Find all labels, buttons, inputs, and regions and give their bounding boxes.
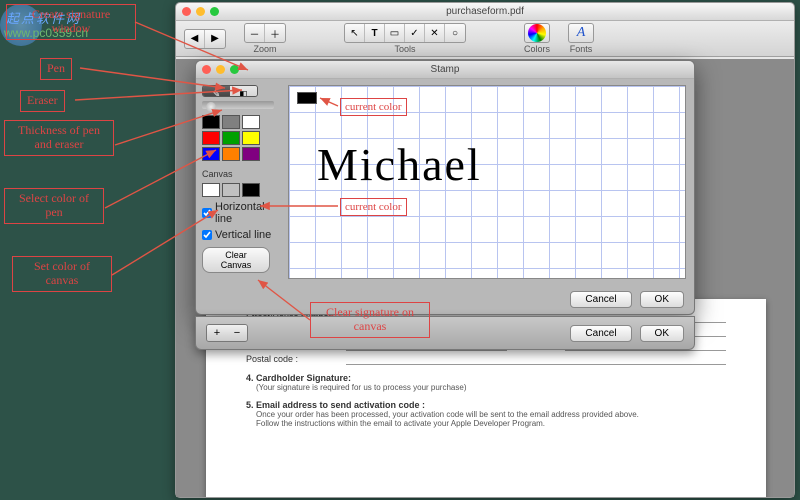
section4-note: (Your signature is required for us to pr… — [256, 383, 726, 392]
signature-drawing: Michael — [317, 138, 482, 191]
stamp-dialog: Stamp ✎ ◧ Canvas — [195, 60, 695, 315]
traffic-lights[interactable] — [182, 7, 219, 16]
stamp-title: Stamp — [431, 64, 460, 75]
stamp-list-bar: + − Cancel OK — [195, 316, 695, 350]
stampbar-ok-button[interactable]: OK — [640, 325, 684, 342]
postal-label: Postal code : — [246, 354, 346, 364]
tool-x[interactable]: ✕ — [425, 24, 445, 42]
thickness-slider[interactable] — [202, 101, 274, 109]
swatch-green[interactable] — [222, 131, 240, 145]
window-title: purchaseform.pdf — [446, 6, 524, 17]
app-toolbar: ◀ ▶ － ＋ Zoom ↖ T ▭ ✓ ✕ ○ Tools Colors — [176, 21, 794, 57]
zoom-icon[interactable] — [210, 7, 219, 16]
zoom-out-button[interactable]: － — [245, 24, 265, 42]
anno-select-color: Select color of pen — [4, 188, 104, 224]
anno-current-color-1: current color — [340, 98, 407, 116]
swatch-white[interactable] — [242, 115, 260, 129]
zoom-in-button[interactable]: ＋ — [265, 24, 285, 42]
window-titlebar[interactable]: purchaseform.pdf — [176, 3, 794, 21]
anno-pen: Pen — [40, 58, 72, 80]
anno-eraser: Eraser — [20, 90, 65, 112]
zoom-segment[interactable]: － ＋ — [244, 23, 286, 43]
pen-tool[interactable]: ✎ — [203, 86, 230, 97]
minimize-icon[interactable] — [216, 65, 225, 74]
current-color-indicator — [297, 92, 317, 104]
tool-check[interactable]: ✓ — [405, 24, 425, 42]
pen-eraser-segment[interactable]: ✎ ◧ — [202, 85, 258, 97]
zoom-label: Zoom — [253, 44, 276, 54]
color-wheel-icon — [528, 24, 546, 42]
section5-heading: 5. Email address to send activation code… — [246, 400, 726, 410]
postal-field[interactable] — [346, 353, 726, 365]
section5-note1: Once your order has been processed, your… — [256, 410, 726, 419]
vertical-line-checkbox[interactable]: Vertical line — [202, 229, 282, 241]
anno-thickness: Thickness of pen and eraser — [4, 120, 114, 156]
anno-set-canvas-color: Set color of canvas — [12, 256, 112, 292]
fonts-button[interactable]: A — [568, 23, 594, 43]
minimize-icon[interactable] — [196, 7, 205, 16]
colors-button[interactable] — [524, 23, 550, 43]
swatch-black[interactable] — [202, 115, 220, 129]
close-icon[interactable] — [202, 65, 211, 74]
canvas-swatch-black[interactable] — [242, 183, 260, 197]
section4-heading: 4. Cardholder Signature: — [246, 373, 726, 383]
stamp-tools-panel: ✎ ◧ Canvas Horizontal line — [196, 79, 288, 279]
anno-create-window: Create signature window — [6, 4, 136, 40]
section5-note2: Follow the instructions within the email… — [256, 419, 726, 428]
tool-text[interactable]: T — [365, 24, 385, 42]
canvas-swatch-white[interactable] — [202, 183, 220, 197]
swatch-purple[interactable] — [242, 147, 260, 161]
zoom-icon[interactable] — [230, 65, 239, 74]
anno-clear-signature: Clear signature on canvas — [310, 302, 430, 338]
stamp-add-remove[interactable]: + − — [206, 324, 248, 342]
stamp-cancel-button[interactable]: Cancel — [570, 291, 631, 308]
fonts-label: Fonts — [570, 44, 593, 54]
swatch-gray[interactable] — [222, 115, 240, 129]
close-icon[interactable] — [182, 7, 191, 16]
tool-stamp[interactable]: ○ — [445, 24, 465, 42]
nav-next-button[interactable]: ▶ — [205, 30, 225, 48]
horizontal-line-checkbox[interactable]: Horizontal line — [202, 201, 282, 225]
colors-label: Colors — [524, 44, 550, 54]
tool-rect[interactable]: ▭ — [385, 24, 405, 42]
tool-pointer[interactable]: ↖ — [345, 24, 365, 42]
anno-current-color-2: current color — [340, 198, 407, 216]
remove-stamp-button[interactable]: − — [227, 325, 247, 341]
canvas-swatch-gray[interactable] — [222, 183, 240, 197]
pen-color-palette — [202, 115, 282, 161]
nav-segment[interactable]: ◀ ▶ — [184, 29, 226, 49]
eraser-tool[interactable]: ◧ — [230, 86, 257, 97]
swatch-orange[interactable] — [222, 147, 240, 161]
canvas-section-label: Canvas — [202, 169, 282, 179]
tools-label: Tools — [394, 44, 415, 54]
nav-prev-button[interactable]: ◀ — [185, 30, 205, 48]
stamp-ok-button[interactable]: OK — [640, 291, 684, 308]
swatch-yellow[interactable] — [242, 131, 260, 145]
tools-segment[interactable]: ↖ T ▭ ✓ ✕ ○ — [344, 23, 466, 43]
clear-canvas-button[interactable]: Clear Canvas — [202, 247, 270, 273]
stamp-titlebar[interactable]: Stamp — [196, 61, 694, 79]
stampbar-cancel-button[interactable]: Cancel — [570, 325, 631, 342]
add-stamp-button[interactable]: + — [207, 325, 227, 341]
swatch-red[interactable] — [202, 131, 220, 145]
swatch-blue[interactable] — [202, 147, 220, 161]
canvas-color-swatches — [202, 183, 282, 197]
